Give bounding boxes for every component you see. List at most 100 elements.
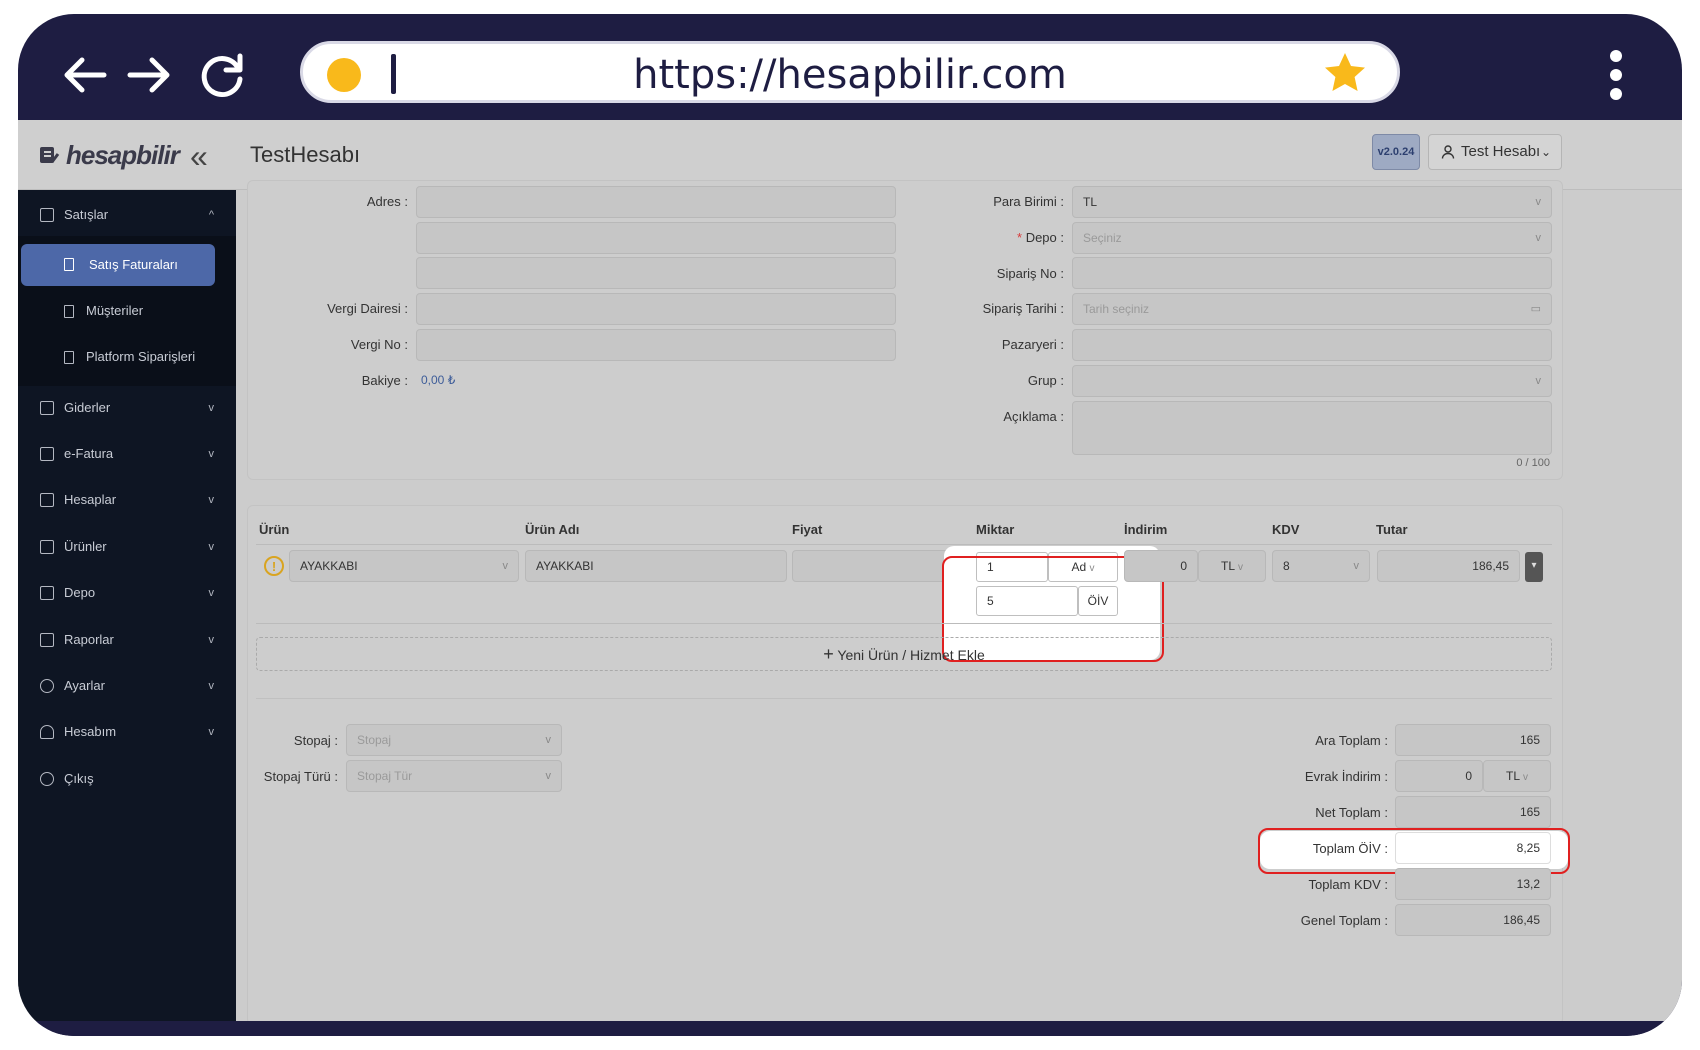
adres-field-3[interactable] xyxy=(416,257,896,289)
app-window: hesapbilir « TestHesabı v2.0.24 Test Hes… xyxy=(18,120,1682,1021)
forward-arrow-icon[interactable] xyxy=(122,48,176,102)
siparis-no-label: Sipariş No : xyxy=(996,266,1064,281)
sidebar-item-raporlar[interactable]: Raporlar v xyxy=(18,620,236,660)
toplam-kdv-label: Toplam KDV : xyxy=(1308,877,1388,892)
warning-icon[interactable]: ! xyxy=(264,556,284,576)
bakiye-value: 0,00 ₺ xyxy=(421,373,456,387)
sidebar-subitem-musteriler[interactable]: Müşteriler xyxy=(18,291,236,331)
sidebar-item-efatura[interactable]: e-Fatura v xyxy=(18,434,236,474)
col-header-kdv: KDV xyxy=(1272,522,1300,537)
user-icon xyxy=(40,725,54,739)
sidebar-item-hesabim[interactable]: Hesabım v xyxy=(18,712,236,752)
evrak-indirim-field[interactable]: 0 xyxy=(1395,760,1483,792)
version-badge: v2.0.24 xyxy=(1372,134,1420,170)
chevron-down-icon: v xyxy=(208,494,215,506)
col-header-tutar: Tutar xyxy=(1376,522,1408,537)
back-arrow-icon[interactable] xyxy=(58,48,112,102)
aciklama-textarea[interactable] xyxy=(1072,401,1552,455)
urun-select[interactable]: AYAKKABI v xyxy=(289,550,519,582)
grup-select[interactable]: v xyxy=(1072,365,1552,397)
chevron-down-icon: v xyxy=(1535,232,1542,244)
sidebar: Satışlar ^ Satış Faturaları Müşteriler P… xyxy=(18,190,236,1021)
adres-field-2[interactable] xyxy=(416,222,896,254)
indirim-field[interactable]: 0 xyxy=(1124,550,1198,582)
chevron-down-icon: v xyxy=(208,402,215,414)
address-bar[interactable]: https://hesapbilir.com xyxy=(300,41,1400,103)
genel-toplam-label: Genel Toplam : xyxy=(1300,913,1388,928)
logo-text: hesapbilir xyxy=(66,139,180,170)
sidebar-item-ayarlar[interactable]: Ayarlar v xyxy=(18,666,236,706)
gear-icon xyxy=(40,679,54,693)
sidebar-item-satislar[interactable]: Satışlar ^ xyxy=(18,195,236,235)
siparis-tarihi-field[interactable]: Tarih seçiniz ▭ xyxy=(1072,293,1552,325)
user-menu-button[interactable]: Test Hesabı ⌄ xyxy=(1428,134,1562,170)
sidebar-item-giderler[interactable]: Giderler v xyxy=(18,388,236,428)
chevron-down-icon: v xyxy=(1237,562,1243,573)
col-header-urun: Ürün xyxy=(259,522,290,537)
row-divider xyxy=(256,623,1552,624)
warehouse-icon xyxy=(40,586,54,600)
vergi-no-field[interactable] xyxy=(416,329,896,361)
indirim-currency-select[interactable]: TL v xyxy=(1198,550,1266,582)
section-divider xyxy=(256,698,1552,699)
efatura-icon xyxy=(40,447,54,461)
chevron-up-icon: ^ xyxy=(208,209,214,221)
plus-icon: + xyxy=(823,644,834,664)
frame-bottom xyxy=(18,1021,1682,1036)
row-options-button[interactable]: ▾ xyxy=(1525,552,1543,582)
sidebar-item-label: Ayarlar xyxy=(64,678,105,693)
sidebar-item-label: Depo xyxy=(64,585,96,600)
sidebar-subitem-platform-siparisleri[interactable]: Platform Siparişleri xyxy=(18,337,236,377)
vergi-dairesi-label: Vergi Dairesi : xyxy=(327,301,408,316)
stopaj-select[interactable]: Stopaj v xyxy=(346,724,562,756)
stopaj-turu-label: Stopaj Türü : xyxy=(263,769,338,784)
net-toplam-label: Net Toplam : xyxy=(1315,805,1388,820)
kdv-select[interactable]: 8v xyxy=(1272,550,1370,582)
sidebar-submenu: Satış Faturaları Müşteriler Platform Sip… xyxy=(18,236,236,386)
chevron-down-icon: ⌄ xyxy=(1540,145,1551,159)
stopaj-turu-select[interactable]: Stopaj Tür v xyxy=(346,760,562,792)
reload-icon[interactable] xyxy=(196,48,250,102)
ara-toplam-value: 165 xyxy=(1395,724,1551,756)
chevron-down-icon: v xyxy=(208,448,215,460)
adres-field-1[interactable] xyxy=(416,186,896,218)
para-birimi-select[interactable]: TL v xyxy=(1072,186,1552,218)
depo-select[interactable]: Seçiniz v xyxy=(1072,222,1552,254)
receipt-icon xyxy=(40,401,54,415)
logo[interactable]: hesapbilir xyxy=(38,139,180,170)
main-content: Adres : Vergi Dairesi : Vergi No : Bakiy… xyxy=(244,180,1674,1021)
chevron-down-icon: v xyxy=(1353,560,1360,572)
pazaryeri-field[interactable] xyxy=(1072,329,1552,361)
depo-label: * Depo : xyxy=(1017,230,1064,245)
toplam-kdv-value: 13,2 xyxy=(1395,868,1551,900)
browser-menu-icon[interactable] xyxy=(1606,50,1626,102)
pazaryeri-label: Pazaryeri : xyxy=(1001,337,1064,352)
tutar-field[interactable]: 186,45 xyxy=(1377,550,1520,582)
genel-toplam-value: 186,45 xyxy=(1395,904,1551,936)
accounts-icon xyxy=(40,493,54,507)
chevron-down-icon: v xyxy=(208,634,215,646)
siparis-no-field[interactable] xyxy=(1072,257,1552,289)
urun-adi-field[interactable]: AYAKKABI xyxy=(525,550,787,582)
add-item-button[interactable]: + Yeni Ürün / Hizmet Ekle xyxy=(256,637,1552,671)
evrak-indirim-currency-select[interactable]: TL v xyxy=(1483,760,1551,792)
sidebar-item-depo[interactable]: Depo v xyxy=(18,573,236,613)
sidebar-item-urunler[interactable]: Ürünler v xyxy=(18,527,236,567)
url-text[interactable]: https://hesapbilir.com xyxy=(303,52,1397,98)
bookmark-star-icon[interactable] xyxy=(1321,49,1369,97)
sidebar-item-cikis[interactable]: Çıkış xyxy=(18,759,236,799)
sidebar-item-hesaplar[interactable]: Hesaplar v xyxy=(18,480,236,520)
chevron-down-icon: v xyxy=(1535,375,1542,387)
col-header-indirim: İndirim xyxy=(1124,522,1168,537)
vergi-dairesi-field[interactable] xyxy=(416,293,896,325)
user-icon xyxy=(1441,145,1455,159)
browser-toolbar: https://hesapbilir.com xyxy=(18,14,1682,120)
chevron-down-icon: v xyxy=(502,560,509,572)
sidebar-item-label: Raporlar xyxy=(64,632,114,647)
sidebar-subitem-satis-faturalari[interactable]: Satış Faturaları xyxy=(21,244,215,286)
grup-label: Grup : xyxy=(1027,373,1064,388)
chevron-down-icon: v xyxy=(1522,772,1528,783)
col-header-urun-adi: Ürün Adı xyxy=(525,522,580,537)
collapse-sidebar-icon[interactable]: « xyxy=(190,138,208,175)
sidebar-subitem-label: Satış Faturaları xyxy=(89,257,178,272)
